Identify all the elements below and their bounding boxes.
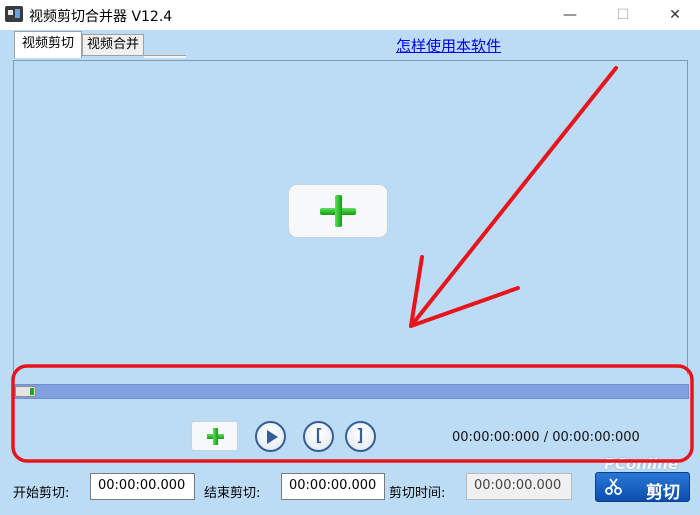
timeline-slider[interactable] <box>13 384 689 399</box>
duration-label: 剪切时间: <box>389 486 446 501</box>
scissors-icon <box>605 478 622 495</box>
add-video-button[interactable] <box>288 184 388 238</box>
close-icon[interactable]: ✕ <box>652 0 698 30</box>
duration-field: 00:00:00.000 <box>466 473 572 500</box>
minimize-icon[interactable]: — <box>547 0 593 30</box>
plus-icon <box>320 195 356 227</box>
cut-button[interactable]: 剪切 <box>595 472 690 503</box>
tab-video-cut[interactable]: 视频剪切 <box>14 31 82 58</box>
mark-in-button[interactable]: [ <box>303 421 334 452</box>
plus-icon <box>207 428 224 445</box>
start-cut-label: 开始剪切: <box>13 486 70 501</box>
tab-video-merge[interactable]: 视频合并 <box>82 34 144 56</box>
app-film-icon <box>5 6 23 22</box>
timeline-handle[interactable] <box>15 386 36 397</box>
play-button[interactable] <box>255 421 286 452</box>
maximize-icon[interactable]: ☐ <box>600 0 646 30</box>
play-icon <box>267 430 278 444</box>
start-time-field[interactable]: 00:00:00.000 <box>90 473 195 500</box>
help-link[interactable]: 怎样使用本软件 <box>396 35 501 56</box>
time-readout: 00:00:00:000 / 00:00:00:000 <box>452 430 640 445</box>
mark-out-button[interactable]: ] <box>345 421 376 452</box>
watermark: PConline <box>604 455 679 473</box>
tab-strip <box>144 55 186 58</box>
title-bar: 视频剪切合并器 V12.4 — ☐ ✕ <box>0 0 700 30</box>
add-file-button[interactable] <box>191 421 238 451</box>
end-cut-label: 结束剪切: <box>204 486 261 501</box>
window-title: 视频剪切合并器 V12.4 <box>29 9 173 25</box>
end-time-field[interactable]: 00:00:00.000 <box>281 473 385 500</box>
cut-button-label: 剪切 <box>646 483 680 503</box>
